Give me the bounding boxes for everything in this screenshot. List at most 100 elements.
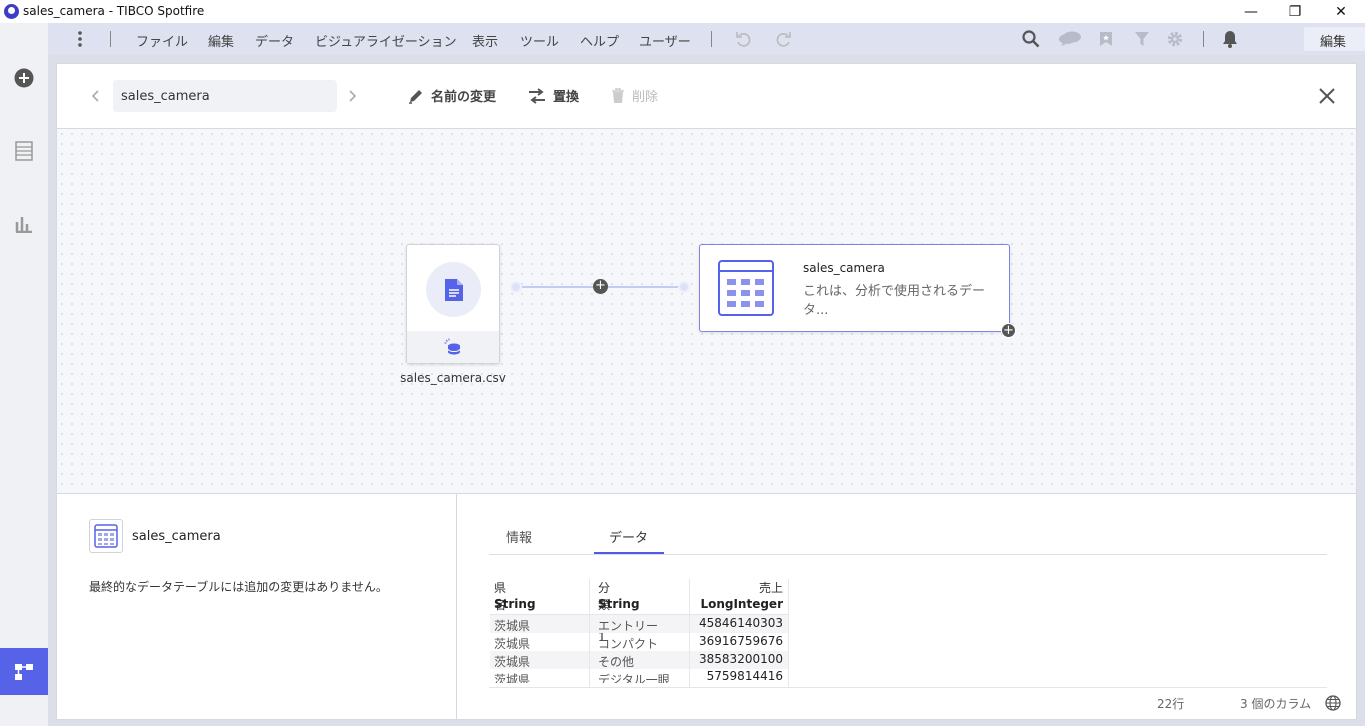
table-cell: エントリー (598, 619, 659, 633)
table-row[interactable]: 茨城県 コンパクト 36916759676 (490, 633, 788, 651)
details-summary: sales_camera 最終的なデータテーブルには追加の変更はありません。 (57, 493, 457, 719)
table-cell: デジタル一眼 (598, 673, 670, 683)
rename-button[interactable]: 名前の変更 (408, 86, 496, 105)
notification-bell-icon[interactable] (1220, 29, 1240, 49)
menu-separator (711, 31, 712, 47)
spotfire-logo-icon (4, 4, 19, 19)
filter-icon[interactable] (1132, 29, 1152, 49)
panel-header: sales_camera 名前の変更 置換 削除 (57, 64, 1356, 129)
menu-bar: ファイル 編集 データ ビジュアライゼーション 表示 ツール ヘルプ ユーザー … (48, 23, 1365, 55)
source-node[interactable] (406, 244, 500, 364)
tabs-divider (489, 554, 1327, 555)
grid-footer-divider (489, 687, 1327, 688)
close-panel-icon[interactable] (1315, 84, 1339, 108)
restore-button[interactable]: ❐ (1272, 0, 1318, 23)
window-title: sales_camera - TIBCO Spotfire (23, 4, 205, 18)
add-to-table-icon[interactable]: + (1001, 323, 1016, 338)
data-table-node[interactable]: sales_camera これは、分析で使用されるデータ... (699, 244, 1010, 332)
table-cell: 38583200100 (699, 652, 783, 666)
mode-select-value: 編集 (1320, 35, 1347, 50)
menu-tools[interactable]: ツール (520, 31, 559, 50)
add-transformation-icon[interactable]: + (593, 279, 608, 294)
data-canvas-icon[interactable] (0, 648, 48, 695)
data-flow-canvas: sales_camera.csv + sales_camera これは、分析で使… (57, 129, 1356, 493)
collaboration-icon[interactable] (1057, 29, 1083, 49)
visualization-icon[interactable] (13, 212, 35, 234)
table-row[interactable]: 茨城県 エントリー 45846140303 (490, 615, 788, 633)
column-type: String (494, 597, 536, 611)
column-divider (589, 579, 590, 687)
minimize-button[interactable]: — (1228, 0, 1274, 23)
table-node-name: sales_camera (803, 261, 885, 275)
table-grid-icon (718, 260, 774, 320)
document-icon (426, 262, 481, 317)
details-tabs-pane: 情報 データ 県名 分類名1 売上 String String LongInte… (457, 493, 1356, 719)
close-window-button[interactable]: ✕ (1318, 0, 1364, 23)
rename-label: 名前の変更 (431, 90, 497, 105)
table-cell: 茨城県 (494, 655, 531, 669)
table-cell: 5759814416 (706, 669, 783, 683)
column-header[interactable]: 県名 (494, 579, 506, 612)
table-cell: 茨城県 (494, 637, 531, 651)
table-cell: 45846140303 (699, 616, 783, 630)
active-tab-indicator (594, 552, 664, 554)
menu-data[interactable]: データ (255, 31, 294, 50)
search-icon[interactable] (1021, 29, 1041, 49)
replace-button[interactable]: 置換 (528, 86, 579, 105)
menu-file[interactable]: ファイル (136, 31, 188, 50)
table-cell: 36916759676 (699, 634, 783, 648)
table-cell: コンパクト (598, 637, 659, 651)
table-name-box[interactable]: sales_camera (113, 80, 337, 112)
connector-start-dot (510, 281, 522, 293)
table-cell: 茨城県 (494, 619, 531, 633)
menu-visualization[interactable]: ビジュアライゼーション (315, 31, 457, 50)
title-bar: sales_camera - TIBCO Spotfire — ❐ ✕ (0, 0, 1365, 23)
database-icon (407, 331, 499, 363)
more-vertical-icon[interactable] (70, 29, 90, 49)
pencil-icon (409, 89, 422, 104)
add-icon[interactable] (13, 67, 35, 89)
details-table-name: sales_camera (132, 529, 221, 544)
menu-help[interactable]: ヘルプ (580, 31, 619, 50)
previous-arrow-icon[interactable] (87, 86, 103, 106)
replace-label: 置換 (553, 90, 580, 105)
column-type: LongInteger (700, 597, 783, 611)
table-node-description: これは、分析で使用されるデータ... (803, 284, 986, 318)
table-row[interactable]: 茨城県 デジタル一眼 5759814416 (490, 669, 788, 683)
menu-edit[interactable]: 編集 (208, 31, 234, 50)
table-grid-icon (89, 519, 123, 553)
delete-label: 削除 (632, 90, 659, 105)
column-count: 3 個のカラム (1240, 697, 1312, 711)
table-row[interactable]: 茨城県 その他 38583200100 (490, 651, 788, 669)
column-header[interactable]: 分類名1 (598, 579, 610, 644)
tab-info[interactable]: 情報 (506, 527, 532, 546)
details-message: 最終的なデータテーブルには追加の変更はありません。 (89, 580, 388, 594)
left-rail (0, 23, 48, 726)
data-canvas-panel: sales_camera 名前の変更 置換 削除 sales_camera.cs… (56, 63, 1357, 720)
undo-icon[interactable] (733, 29, 753, 49)
next-arrow-icon[interactable] (345, 86, 361, 106)
table-cell: 茨城県 (494, 673, 531, 683)
mode-select[interactable]: 編集 (1304, 27, 1365, 51)
delete-button[interactable]: 削除 (611, 86, 658, 105)
column-divider (689, 579, 690, 687)
redo-icon[interactable] (774, 29, 794, 49)
bookmark-icon[interactable] (1096, 29, 1116, 49)
table-cell: その他 (598, 655, 635, 669)
menu-user[interactable]: ユーザー (639, 31, 691, 50)
swap-icon (529, 87, 545, 104)
menu-view[interactable]: 表示 (472, 31, 498, 50)
globe-icon[interactable] (1325, 695, 1341, 715)
menu-separator (110, 31, 111, 47)
menu-separator (1203, 31, 1204, 47)
connector-end-dot (678, 281, 690, 293)
column-type: String (598, 597, 640, 611)
source-file-label: sales_camera.csv (400, 371, 506, 385)
column-divider (788, 579, 789, 687)
trash-icon (612, 87, 624, 103)
tab-data[interactable]: データ (609, 527, 648, 546)
settings-gear-icon[interactable] (1165, 29, 1185, 49)
data-table-icon[interactable] (13, 140, 35, 162)
column-header[interactable]: 売上 (738, 579, 783, 597)
row-count: 22行 (1157, 697, 1185, 711)
